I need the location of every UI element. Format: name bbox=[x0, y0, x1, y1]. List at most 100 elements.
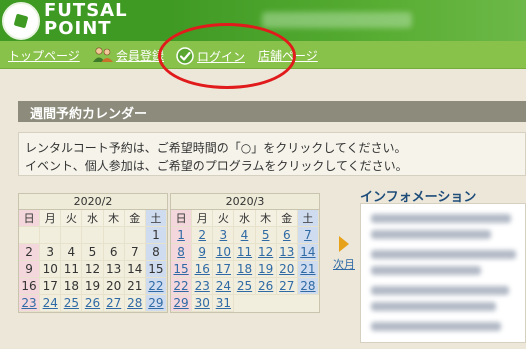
site-header: FUTSAL POINT bbox=[0, 0, 526, 41]
calendar-day: 9 bbox=[19, 261, 41, 278]
calendar-day: 19 bbox=[82, 278, 104, 295]
calendar-day[interactable]: 5 bbox=[255, 227, 277, 244]
weekday-header: 木 bbox=[103, 210, 125, 227]
logo-text-point: POINT bbox=[44, 18, 112, 39]
calendar-day: 13 bbox=[103, 261, 125, 278]
nav-login-label: ログイン bbox=[197, 50, 246, 64]
calendar-day: 6 bbox=[103, 244, 125, 261]
calendar-day[interactable]: 13 bbox=[276, 244, 298, 261]
nav-register-label: 会員登録 bbox=[116, 49, 165, 63]
calendar-day: 4 bbox=[61, 244, 83, 261]
weekday-header: 土 bbox=[145, 210, 167, 227]
calendar-day[interactable]: 28 bbox=[124, 295, 146, 312]
nav-store-page-link[interactable]: 店舗ページ bbox=[258, 47, 318, 64]
calendar-day[interactable]: 26 bbox=[255, 278, 277, 295]
calendar-day[interactable]: 4 bbox=[234, 227, 256, 244]
calendar-day[interactable]: 6 bbox=[276, 227, 298, 244]
calendar-month-title: 2020/2 bbox=[19, 194, 167, 210]
info-panel bbox=[360, 203, 526, 343]
calendar-day[interactable]: 2 bbox=[192, 227, 214, 244]
calendar-day[interactable]: 1 bbox=[171, 227, 193, 244]
calendar-day[interactable]: 15 bbox=[171, 261, 193, 278]
instruction-line-rental: レンタルコート予約は、ご希望時間の「○」をクリックしてください。 bbox=[25, 141, 407, 155]
section-header: 週間予約カレンダー bbox=[18, 101, 526, 122]
calendar-day: 18 bbox=[61, 278, 83, 295]
calendar-day[interactable]: 23 bbox=[192, 278, 214, 295]
calendar-day[interactable]: 28 bbox=[297, 278, 319, 295]
calendar-day[interactable]: 11 bbox=[234, 244, 256, 261]
weekday-header: 土 bbox=[297, 210, 319, 227]
weekday-header: 日 bbox=[171, 210, 193, 227]
next-month-label: 次月 bbox=[333, 258, 355, 271]
weekday-header: 火 bbox=[213, 210, 235, 227]
main-nav: トップページ 会員登録 ログイン 店舗ページ bbox=[0, 41, 526, 69]
soccer-ball-icon bbox=[2, 2, 40, 40]
calendar-day[interactable]: 29 bbox=[145, 295, 167, 312]
calendar-day: 5 bbox=[82, 244, 104, 261]
calendar-day[interactable]: 27 bbox=[103, 295, 125, 312]
calendar-empty-cell bbox=[124, 227, 146, 244]
calendar-day[interactable]: 20 bbox=[276, 261, 298, 278]
weekday-header: 金 bbox=[124, 210, 146, 227]
calendar-day: 15 bbox=[145, 261, 167, 278]
site-logo[interactable]: FUTSAL POINT bbox=[0, 0, 170, 41]
calendar-day: 11 bbox=[61, 261, 83, 278]
calendar-month-title: 2020/3 bbox=[171, 194, 319, 210]
calendar-day[interactable]: 19 bbox=[255, 261, 277, 278]
calendar-day[interactable]: 7 bbox=[297, 227, 319, 244]
calendar-feb: 2020/2 日月火水木金土 1 2 3 4 5 6 7 8 9 10 11 12 13 14 15 16 17 1… bbox=[18, 193, 168, 313]
nav-store-page-label: 店舗ページ bbox=[258, 49, 318, 63]
calendar-day[interactable]: 22 bbox=[171, 278, 193, 295]
calendar-day[interactable]: 25 bbox=[234, 278, 256, 295]
calendar-day[interactable]: 21 bbox=[297, 261, 319, 278]
calendar-day[interactable]: 9 bbox=[192, 244, 214, 261]
calendar-day[interactable]: 26 bbox=[82, 295, 104, 312]
weekday-header: 木 bbox=[255, 210, 277, 227]
calendar-day[interactable]: 16 bbox=[192, 261, 214, 278]
calendar-day[interactable]: 12 bbox=[255, 244, 277, 261]
calendar-day[interactable]: 27 bbox=[276, 278, 298, 295]
calendar-day[interactable]: 3 bbox=[213, 227, 235, 244]
calendar-day: 10 bbox=[40, 261, 62, 278]
blurred-info-line bbox=[371, 230, 491, 239]
calendar-empty-cell bbox=[82, 227, 104, 244]
calendar-day[interactable]: 24 bbox=[40, 295, 62, 312]
calendar-day[interactable]: 17 bbox=[213, 261, 235, 278]
calendar-day[interactable]: 30 bbox=[192, 295, 214, 312]
calendar-day[interactable]: 31 bbox=[213, 295, 235, 312]
calendar-mar: 2020/3 日月火水木金土 1 2 3 4 5 6 7 8 9 10 11 12 13 14 15 16 17 1… bbox=[170, 193, 320, 313]
calendar-day[interactable]: 24 bbox=[213, 278, 235, 295]
calendar-day[interactable]: 22 bbox=[145, 278, 167, 295]
nav-top-page-label: トップページ bbox=[8, 49, 80, 63]
calendar-day[interactable]: 23 bbox=[19, 295, 41, 312]
weekday-header: 日 bbox=[19, 210, 41, 227]
calendar-day[interactable]: 10 bbox=[213, 244, 235, 261]
calendar-day: 12 bbox=[82, 261, 104, 278]
nav-top-page-link[interactable]: トップページ bbox=[8, 47, 80, 64]
weekday-header: 水 bbox=[82, 210, 104, 227]
section-title: 週間予約カレンダー bbox=[30, 107, 148, 122]
calendar-day: 16 bbox=[19, 278, 41, 295]
calendar-empty-cell bbox=[103, 227, 125, 244]
calendar-day[interactable]: 14 bbox=[297, 244, 319, 261]
calendar-empty-cell bbox=[19, 227, 41, 244]
calendar-day: 14 bbox=[124, 261, 146, 278]
calendar-grid: 日月火水木金土 1 2 3 4 5 6 7 8 9 10 11 12 13 14 15 16 17 18 19 20 21… bbox=[19, 210, 167, 312]
weekday-header: 火 bbox=[61, 210, 83, 227]
nav-login-link[interactable]: ログイン bbox=[176, 47, 245, 65]
calendar-day[interactable]: 29 bbox=[171, 295, 193, 312]
calendar-day[interactable]: 8 bbox=[171, 244, 193, 261]
calendar-grid: 日月火水木金土 1 2 3 4 5 6 7 8 9 10 11 12 13 14 15 16 17 18 19 20 21… bbox=[171, 210, 319, 312]
calendar-empty-cell bbox=[61, 227, 83, 244]
members-icon bbox=[92, 47, 114, 63]
calendar-day[interactable]: 18 bbox=[234, 261, 256, 278]
next-month-button[interactable]: 次月 bbox=[330, 236, 358, 272]
weekday-header: 水 bbox=[234, 210, 256, 227]
nav-register-link[interactable]: 会員登録 bbox=[92, 47, 164, 64]
blurred-info-line bbox=[371, 286, 509, 295]
blurred-info-line bbox=[371, 302, 496, 311]
calendar-day[interactable]: 25 bbox=[61, 295, 83, 312]
calendar-day: 1 bbox=[145, 227, 167, 244]
weekday-header: 月 bbox=[192, 210, 214, 227]
arrow-right-icon bbox=[339, 236, 349, 252]
